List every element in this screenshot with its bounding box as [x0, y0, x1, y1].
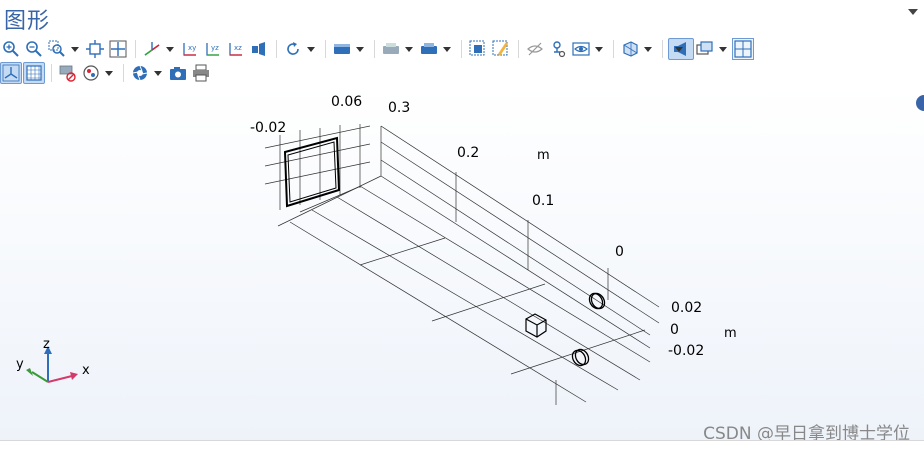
select-box-icon[interactable]	[467, 38, 489, 60]
toolbar-separator	[51, 64, 52, 82]
y-unit-label: m	[724, 326, 737, 341]
y-tick-label: 0.02	[671, 300, 703, 316]
eye-dropdown-icon[interactable]	[595, 46, 603, 52]
svg-text:yz: yz	[211, 44, 219, 52]
y-tick-label: 0	[670, 322, 679, 338]
rotate-dropdown-icon[interactable]	[307, 46, 315, 52]
graphics-toolbar-row2	[0, 61, 213, 85]
x-tick-label: 0	[615, 244, 624, 260]
toolbar-separator	[123, 64, 124, 82]
window-menu-chevron-icon[interactable]	[908, 9, 918, 15]
grid-view-icon[interactable]	[732, 38, 754, 60]
x-unit-label: m	[537, 148, 550, 163]
transparency-icon[interactable]	[619, 38, 641, 60]
render-mode-icon[interactable]	[331, 38, 353, 60]
graphics-viewport[interactable]: 0.06 -0.02 0.3 0.2 m 0.1 0 0.02 0 m -0.0…	[0, 86, 924, 444]
zoom-box-icon[interactable]	[46, 38, 68, 60]
y-tick-label: -0.02	[668, 343, 705, 359]
status-bar	[0, 440, 924, 451]
graphics-toolbar-row1: xy yz xz	[0, 37, 755, 61]
x-tick-label: 0.1	[532, 193, 555, 209]
source-plate[interactable]	[283, 136, 341, 208]
select-object-icon[interactable]	[418, 38, 440, 60]
view-axes-icon[interactable]	[141, 38, 163, 60]
toolbar-separator	[461, 40, 462, 58]
triad-z-label: z	[43, 337, 50, 352]
x-tick-label: 0.2	[457, 145, 480, 161]
reset-view-icon[interactable]	[0, 62, 22, 84]
zoom-box-dropdown-icon[interactable]	[71, 46, 79, 52]
window-title: 图形	[4, 9, 51, 34]
aperture-dropdown-icon[interactable]	[154, 70, 162, 76]
triad-y-label: y	[16, 357, 24, 372]
view-xy-icon[interactable]: xy	[179, 38, 201, 60]
select-mode-icon[interactable]	[380, 38, 402, 60]
toolbar-separator	[662, 40, 663, 58]
zoom-out-icon[interactable]	[23, 38, 45, 60]
toolbar-separator	[374, 40, 375, 58]
color-table-dropdown-icon[interactable]	[105, 70, 113, 76]
select-object-dropdown-icon[interactable]	[443, 46, 451, 52]
render-mode-dropdown-icon[interactable]	[356, 46, 364, 52]
z-tick-label: 0.06	[331, 94, 363, 110]
ring-object-2[interactable]	[570, 347, 591, 368]
grid-lines	[264, 124, 660, 405]
clear-selection-icon[interactable]	[490, 38, 512, 60]
view-xz-icon[interactable]: xz	[225, 38, 247, 60]
zoom-selection-icon[interactable]	[107, 38, 129, 60]
zoom-extents-icon[interactable]	[84, 38, 106, 60]
link-icon[interactable]	[547, 38, 569, 60]
ring-object-1[interactable]	[587, 291, 607, 311]
rotate-icon[interactable]	[282, 38, 304, 60]
toolbar-separator	[518, 40, 519, 58]
scene-3d[interactable]	[0, 86, 924, 440]
views-icon[interactable]	[694, 38, 716, 60]
toolbar-separator	[276, 40, 277, 58]
toolbar-separator	[325, 40, 326, 58]
svg-text:xz: xz	[234, 44, 242, 52]
triad-x-label: x	[82, 363, 90, 378]
zoom-in-icon[interactable]	[0, 38, 22, 60]
title-bar: 图形	[0, 0, 924, 36]
aperture-icon[interactable]	[129, 62, 151, 84]
view-axes-dropdown-icon[interactable]	[166, 46, 174, 52]
axis-triad	[26, 346, 78, 383]
z-tick-label: -0.02	[250, 120, 287, 136]
hide-icon[interactable]	[524, 38, 546, 60]
snapshot-camera-icon[interactable]	[167, 62, 189, 84]
color-table-icon[interactable]	[80, 62, 102, 84]
grid-toggle-icon[interactable]	[23, 62, 45, 84]
transparency-dropdown-icon[interactable]	[644, 46, 652, 52]
views-dropdown-icon[interactable]	[719, 46, 727, 52]
toolbar-separator	[135, 40, 136, 58]
scene-light-dropdown-icon[interactable]	[675, 46, 683, 52]
x-tick-label: 0.3	[388, 100, 411, 116]
camera-view-icon[interactable]	[248, 38, 270, 60]
select-mode-dropdown-icon[interactable]	[405, 46, 413, 52]
eye-icon[interactable]	[570, 38, 592, 60]
svg-text:xy: xy	[188, 44, 196, 52]
view-yz-icon[interactable]: yz	[202, 38, 224, 60]
print-icon[interactable]	[190, 62, 212, 84]
toolbar-separator	[613, 40, 614, 58]
clear-layers-icon[interactable]	[57, 62, 79, 84]
